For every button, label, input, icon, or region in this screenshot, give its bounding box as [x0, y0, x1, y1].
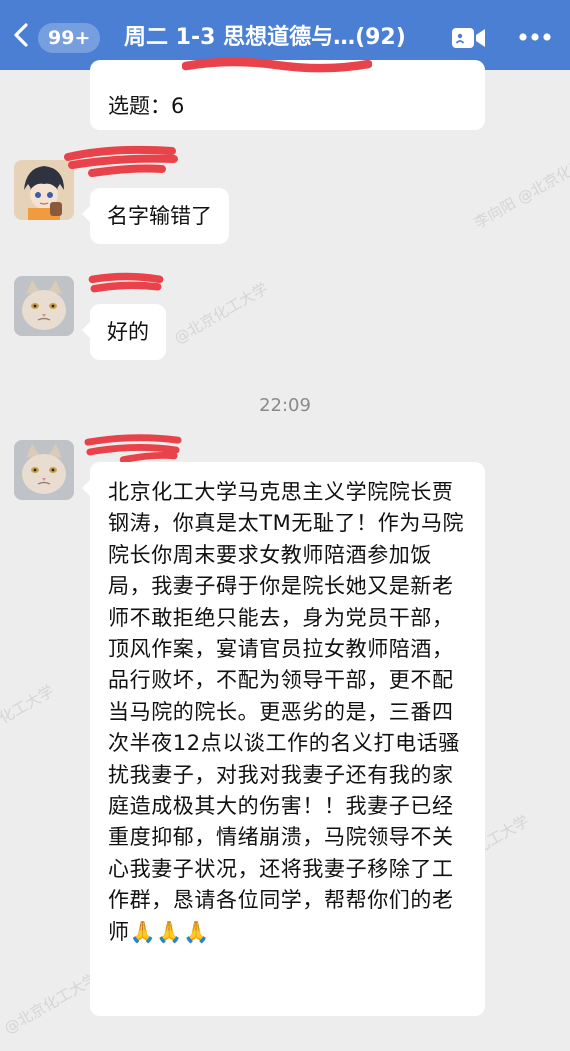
cat-avatar[interactable]: [14, 440, 74, 500]
message-text: 北京化工大学马克思主义学院院长贾钢涛，你真是太TM无耻了！作为马院院长你周末要求…: [108, 480, 465, 944]
watermark: @北京化工大学: [1, 969, 101, 1038]
redaction-mark: [64, 145, 178, 177]
chevron-left-icon[interactable]: [10, 22, 32, 48]
cat-avatar[interactable]: [14, 276, 74, 336]
message-text: 好的: [107, 320, 149, 344]
praying-hands-emoji: 🙏🙏🙏: [129, 919, 210, 944]
unread-count-badge[interactable]: 99+: [38, 23, 101, 53]
watermark: 化工大学: [0, 681, 57, 728]
message-bubble[interactable]: 北京化工大学马克思主义学院院长贾钢涛，你真是太TM无耻了！作为马院院长你周末要求…: [82, 462, 485, 1016]
more-dots-icon[interactable]: [518, 32, 552, 42]
message-bubble[interactable]: 名字输错了: [82, 188, 229, 244]
watermark: @北京化工大学: [171, 279, 271, 348]
message-text: 选题：6: [108, 94, 185, 118]
redaction-mark: [182, 57, 372, 73]
chat-title[interactable]: 周二 1-3 思想道德与…(92): [124, 20, 428, 56]
message-bubble[interactable]: 好的: [82, 304, 166, 360]
message-timestamp: 22:09: [259, 395, 311, 416]
watermark: 李向阳 @北京化工大学: [471, 139, 570, 233]
redaction-mark: [88, 272, 164, 293]
video-call-icon[interactable]: [450, 25, 488, 51]
chat-message-list[interactable]: 李向阳 @北京化工大学 @北京化工大学 化工大学 化工大学 @北京化工大学 选题…: [0, 57, 570, 1051]
message-text: 名字输错了: [107, 204, 212, 228]
redaction-mark: [84, 434, 182, 464]
message-bubble[interactable]: 选题：6: [90, 57, 485, 130]
